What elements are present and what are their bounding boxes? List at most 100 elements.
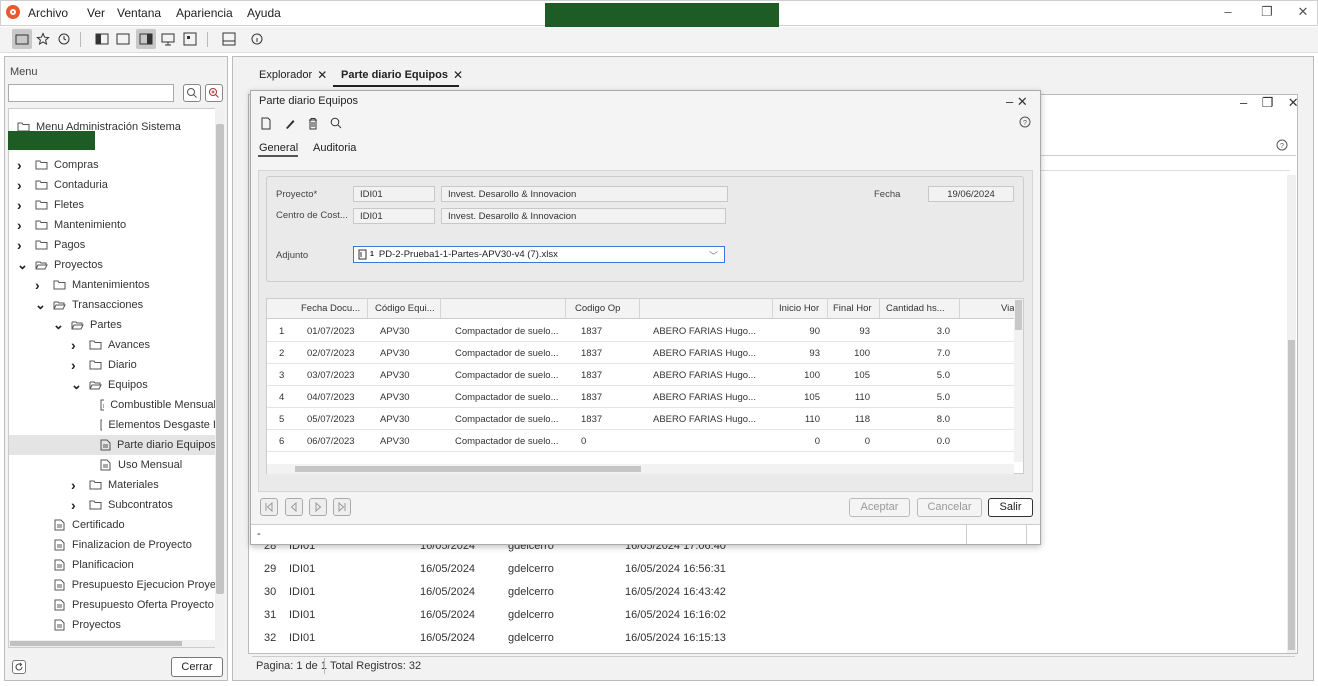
new-record-button[interactable]: [259, 116, 273, 130]
col-codigo-op-header[interactable]: Codigo Op: [575, 303, 620, 314]
minimize-window-button[interactable]: –: [1219, 5, 1237, 19]
layout-single-button[interactable]: [113, 29, 133, 49]
grid-vscroll-thumb[interactable]: [1015, 300, 1022, 330]
tree-item[interactable]: › Subcontratos: [9, 495, 216, 515]
menu-search-button[interactable]: [183, 84, 201, 102]
previous-record-button[interactable]: [285, 498, 303, 516]
chevron-down-icon[interactable]: ⌄: [35, 298, 47, 311]
monitor-tool-button[interactable]: [158, 29, 178, 49]
tree-item[interactable]: ⌄ Equipos: [9, 375, 216, 395]
chevron-right-icon[interactable]: ›: [17, 198, 29, 212]
refresh-menu-button[interactable]: [12, 660, 26, 674]
tree-item[interactable]: Finalizacion de Proyecto: [9, 535, 216, 555]
minimize-icon[interactable]: –: [1240, 95, 1247, 110]
tree-item[interactable]: › Materiales: [9, 475, 216, 495]
menu-tree-vscroll-thumb[interactable]: [216, 124, 224, 594]
tree-item[interactable]: Proyectos: [9, 615, 216, 635]
chevron-down-icon[interactable]: ⌄: [71, 378, 83, 391]
col-final-hor-header[interactable]: Final Hor: [833, 303, 872, 314]
tree-item[interactable]: ⌄ Partes: [9, 315, 216, 335]
tree-item[interactable]: Presupuesto Oferta Proyecto: [9, 595, 216, 615]
menu-search-input[interactable]: [8, 84, 174, 102]
list-row[interactable]: 32 IDI01 16/05/2024 gdelcerro 16/05/2024 16:…: [254, 627, 734, 649]
dialog-help-icon[interactable]: ?: [1019, 116, 1031, 128]
tab-auditoria[interactable]: Auditoria: [313, 142, 356, 154]
tree-item[interactable]: Elementos Desgaste I: [9, 415, 216, 435]
col-cantidad-hs-header[interactable]: Cantidad hs...: [886, 303, 945, 314]
centro-costo-code-field[interactable]: IDI01: [353, 208, 435, 224]
grid-row[interactable]: 2 02/07/2023 APV30 Compactador de suelo... 1…: [267, 342, 1014, 364]
tree-item[interactable]: › Diario: [9, 355, 216, 375]
tree-item[interactable]: › Fletes: [9, 195, 216, 215]
list-vscroll-thumb[interactable]: [1288, 340, 1295, 650]
chevron-right-icon[interactable]: ›: [17, 178, 29, 192]
maximize-window-button[interactable]: ❐: [1258, 5, 1276, 19]
adjunto-select[interactable]: 1 PD-2-Prueba1-1-Partes-APV30-v4 (7).xls…: [353, 246, 725, 263]
layout-right-button[interactable]: [136, 29, 156, 49]
tree-item[interactable]: › Pagos: [9, 235, 216, 255]
history-tool-button[interactable]: [54, 29, 74, 49]
close-tab-icon[interactable]: ✕: [453, 68, 463, 82]
tab-explorador[interactable]: Explorador ✕: [259, 64, 327, 86]
tree-item[interactable]: Combustible Mensual: [9, 395, 216, 415]
chevron-right-icon[interactable]: ›: [17, 238, 29, 252]
window-tool-button[interactable]: [219, 29, 239, 49]
last-record-button[interactable]: [333, 498, 351, 516]
menu-ayuda[interactable]: Ayuda: [247, 6, 281, 20]
next-record-button[interactable]: [309, 498, 327, 516]
proyecto-code-field[interactable]: IDI01: [353, 186, 435, 202]
grid-hscroll-thumb[interactable]: [295, 466, 641, 472]
chevron-right-icon[interactable]: ›: [35, 278, 47, 292]
close-icon[interactable]: ✕: [1288, 95, 1299, 110]
close-tab-icon[interactable]: ✕: [317, 68, 327, 82]
tab-general[interactable]: General: [259, 142, 298, 154]
list-row[interactable]: 31 IDI01 16/05/2024 gdelcerro 16/05/2024 16:…: [254, 604, 734, 626]
tree-item[interactable]: Certificado: [9, 515, 216, 535]
chevron-right-icon[interactable]: ›: [71, 498, 83, 512]
col-codigo-equipo-header[interactable]: Código Equi...: [375, 303, 435, 314]
close-menu-button[interactable]: Cerrar: [171, 657, 223, 677]
chevron-right-icon[interactable]: ›: [17, 158, 29, 172]
favorites-tool-button[interactable]: [33, 29, 53, 49]
col-inicio-hor-header[interactable]: Inicio Hor: [779, 303, 819, 314]
menu-ventana[interactable]: Ventana: [117, 6, 161, 20]
search-record-button[interactable]: [329, 116, 343, 130]
tree-item[interactable]: › Mantenimientos: [9, 275, 216, 295]
grid-row[interactable]: 6 06/07/2023 APV30 Compactador de suelo... 0…: [267, 430, 1014, 452]
chevron-down-icon[interactable]: ⌄: [17, 258, 29, 271]
chevron-right-icon[interactable]: ›: [71, 358, 83, 372]
salir-button[interactable]: Salir: [988, 498, 1033, 517]
chevron-down-icon[interactable]: ﹀: [709, 249, 718, 262]
info-tool-button[interactable]: [247, 29, 267, 49]
grid-row[interactable]: 4 04/07/2023 APV30 Compactador de suelo... 1…: [267, 386, 1014, 408]
menu-archivo[interactable]: Archivo: [28, 6, 68, 20]
tree-item[interactable]: › Contaduria: [9, 175, 216, 195]
aceptar-button[interactable]: Aceptar: [849, 498, 910, 517]
tree-item[interactable]: ⌄ Proyectos: [9, 255, 216, 275]
tab-parte-diario-equipos[interactable]: Parte diario Equipos ✕: [341, 64, 463, 86]
panel-tool-button[interactable]: [180, 29, 200, 49]
tree-item[interactable]: Parte diario Equipos: [9, 435, 216, 455]
close-window-button[interactable]: ✕: [1294, 5, 1312, 19]
col-via-header[interactable]: Via: [1001, 303, 1015, 314]
tree-item[interactable]: ⌄ Transacciones: [9, 295, 216, 315]
chevron-right-icon[interactable]: ›: [71, 338, 83, 352]
fecha-field[interactable]: 19/06/2024: [928, 186, 1014, 202]
tree-item[interactable]: › Avances: [9, 335, 216, 355]
menu-advanced-search-button[interactable]: [205, 84, 223, 102]
chevron-right-icon[interactable]: ›: [71, 478, 83, 492]
menu-ver[interactable]: Ver: [87, 6, 105, 20]
tree-item[interactable]: Uso Mensual: [9, 455, 216, 475]
help-icon[interactable]: ?: [1276, 139, 1288, 151]
dialog-window-controls[interactable]: – ✕: [1006, 94, 1028, 110]
first-record-button[interactable]: [260, 498, 278, 516]
menu-tree-hscroll-thumb[interactable]: [10, 641, 182, 646]
grid-row[interactable]: 3 03/07/2023 APV30 Compactador de suelo... 1…: [267, 364, 1014, 386]
list-row[interactable]: 29 IDI01 16/05/2024 gdelcerro 16/05/2024 16:…: [254, 558, 734, 580]
cancelar-button[interactable]: Cancelar: [917, 498, 982, 517]
folder-tool-button[interactable]: [12, 29, 32, 49]
list-row[interactable]: 30 IDI01 16/05/2024 gdelcerro 16/05/2024 16:…: [254, 581, 734, 603]
menu-apariencia[interactable]: Apariencia: [176, 6, 233, 20]
tree-item[interactable]: Planificacion: [9, 555, 216, 575]
chevron-down-icon[interactable]: ⌄: [53, 318, 65, 331]
